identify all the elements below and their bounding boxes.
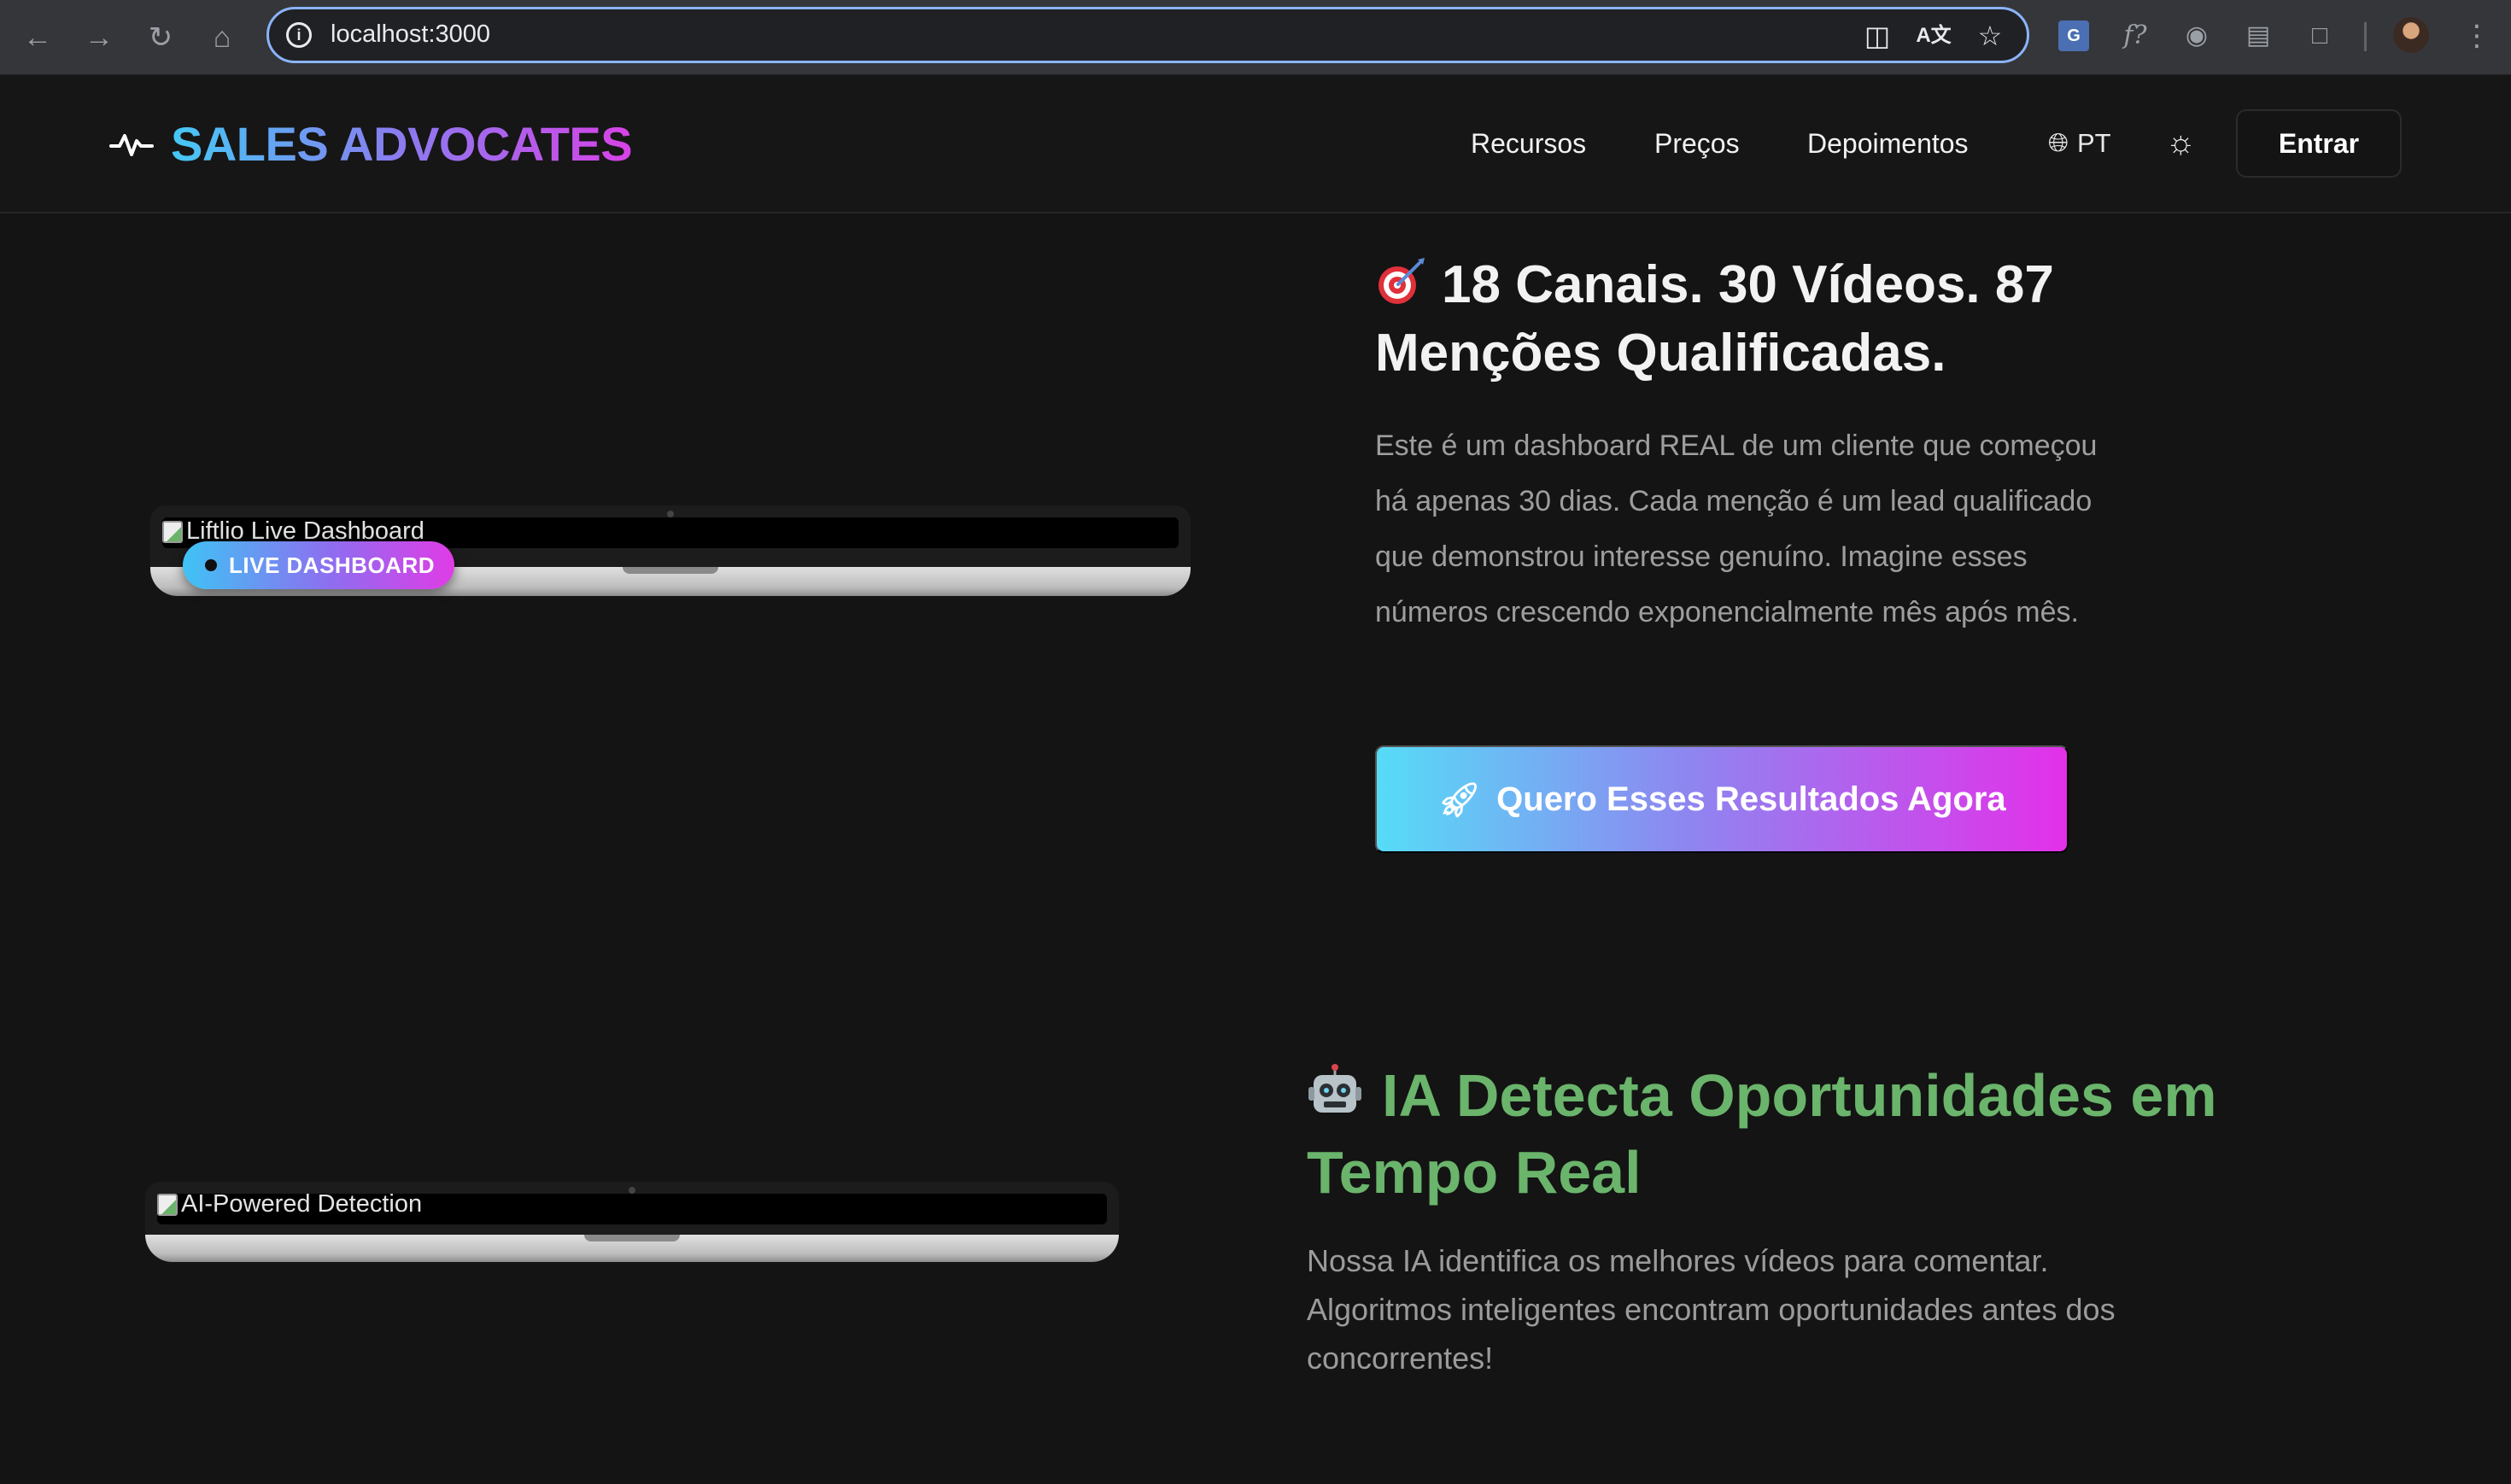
brand-logo[interactable]: SALES ADVOCATES xyxy=(109,116,633,172)
device-camera xyxy=(629,1187,635,1194)
site-header: SALES ADVOCATES Recursos Preços Depoimen… xyxy=(0,75,2511,213)
browser-toolbar: ← → ↻ ⌂ i localhost:3000 ◫ A文 ☆ G f? ◉ ▤… xyxy=(0,0,2511,75)
live-badge-label: LIVE DASHBOARD xyxy=(229,552,436,578)
cta-results-button[interactable]: 🚀︎ Quero Esses Resultados Agora xyxy=(1375,745,2069,853)
device-notch xyxy=(623,567,718,574)
broken-image-icon xyxy=(162,520,183,543)
kebab-menu-icon[interactable]: ⋮ xyxy=(2456,15,2497,56)
device-base xyxy=(145,1235,1119,1262)
address-url[interactable]: localhost:3000 xyxy=(331,20,490,49)
live-dot-icon xyxy=(205,559,217,571)
device-screen: AI-Powered Detection xyxy=(145,1182,1119,1235)
ai-detection-image-alt: AI-Powered Detection xyxy=(181,1190,423,1218)
ai-detection-device-mockup: AI-Powered Detection xyxy=(145,1182,1119,1262)
google-translate-icon[interactable]: G xyxy=(2058,20,2089,51)
camera-icon[interactable]: ◉ xyxy=(2176,15,2217,56)
reload-icon[interactable]: ↻ xyxy=(138,15,183,60)
ai-heading: IA Detecta Oportunidades em Tempo Real xyxy=(1307,1057,2246,1211)
site-info-icon[interactable]: i xyxy=(286,22,312,48)
translate-icon[interactable]: A文 xyxy=(1916,18,1952,54)
nav-link-precos[interactable]: Preços xyxy=(1654,128,1740,160)
device-camera xyxy=(667,511,674,517)
home-icon[interactable]: ⌂ xyxy=(200,15,244,60)
target-icon xyxy=(1375,256,1426,307)
results-paragraph: Este é um dashboard REAL de um cliente q… xyxy=(1375,429,2098,628)
results-heading-text: 18 Canais. 30 Vídeos. 87 Menções Qualifi… xyxy=(1375,255,2054,383)
broken-image-icon xyxy=(157,1193,178,1216)
ai-heading-text: IA Detecta Oportunidades em Tempo Real xyxy=(1307,1062,2217,1206)
address-bar[interactable]: i localhost:3000 ◫ A文 ☆ xyxy=(266,7,2029,63)
forward-arrow-icon[interactable]: → xyxy=(77,15,121,60)
rocket-icon: 🚀︎ xyxy=(1437,780,1482,819)
nav-link-depoimentos[interactable]: Depoimentos xyxy=(1807,128,1969,160)
puzzle-icon[interactable]: □ xyxy=(2299,15,2340,56)
robot-icon xyxy=(1307,1060,1363,1117)
bookmark-star-icon[interactable]: ☆ xyxy=(1972,18,2008,54)
back-arrow-icon[interactable]: ← xyxy=(15,15,60,60)
live-dashboard-badge: LIVE DASHBOARD xyxy=(183,541,454,589)
toolbar-divider xyxy=(2364,22,2367,51)
pulse-icon xyxy=(109,127,154,161)
function-icon[interactable]: f? xyxy=(2115,15,2156,56)
ai-paragraph: Nossa IA identifica os melhores vídeos p… xyxy=(1307,1243,2116,1376)
language-selector[interactable]: 🌐︎ PT xyxy=(2048,128,2111,159)
ai-detection-image: AI-Powered Detection xyxy=(157,1190,422,1218)
device-notch xyxy=(584,1235,680,1242)
stack-icon[interactable]: ▤ xyxy=(2238,15,2279,56)
install-app-icon[interactable]: ◫ xyxy=(1859,18,1895,54)
sun-icon[interactable]: ☼ xyxy=(2166,125,2196,161)
nav-link-recursos[interactable]: Recursos xyxy=(1471,128,1586,160)
brand-name: SALES ADVOCATES xyxy=(171,117,633,171)
cta-label: Quero Esses Resultados Agora xyxy=(1496,780,2006,818)
profile-avatar[interactable] xyxy=(2393,17,2429,53)
results-heading: 18 Canais. 30 Vídeos. 87 Menções Qualifi… xyxy=(1375,251,2144,388)
language-label: PT xyxy=(2077,128,2111,158)
login-button[interactable]: Entrar xyxy=(2236,109,2402,178)
globe-icon: 🌐︎ xyxy=(2048,129,2069,157)
